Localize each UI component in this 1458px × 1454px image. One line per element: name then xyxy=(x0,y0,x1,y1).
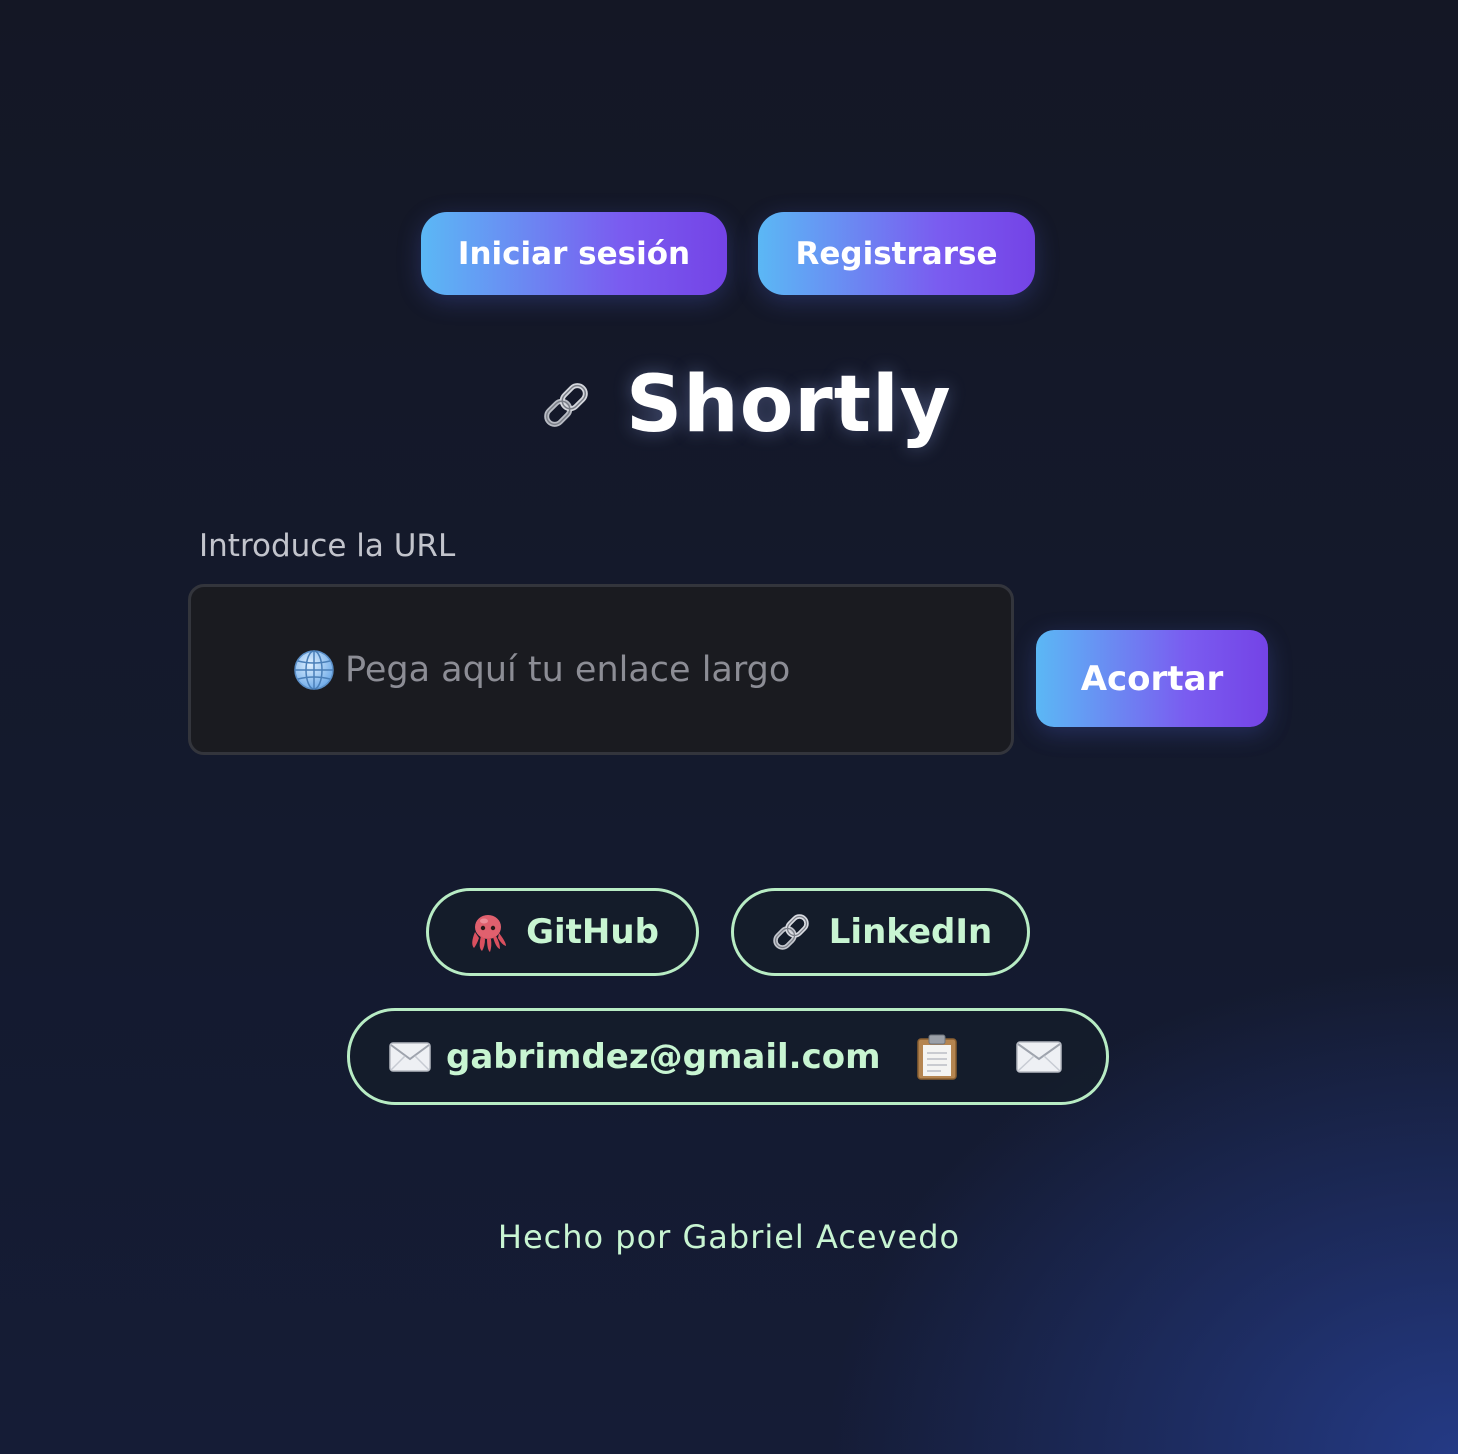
register-button[interactable]: Registrarse xyxy=(758,212,1035,295)
linkedin-label: LinkedIn xyxy=(828,912,993,952)
link-icon xyxy=(536,375,596,435)
octopus-icon xyxy=(466,910,510,954)
url-input-box[interactable] xyxy=(188,584,1014,755)
footer-credit: Hecho por Gabriel Acevedo xyxy=(497,1218,961,1256)
shorten-button[interactable]: Acortar xyxy=(1036,630,1268,727)
url-label: Introduce la URL xyxy=(199,528,456,564)
send-email-icon[interactable] xyxy=(1015,1039,1063,1075)
url-input[interactable] xyxy=(345,649,945,690)
github-link[interactable]: GitHub xyxy=(426,888,699,976)
page-title: Shortly xyxy=(626,360,952,450)
brand-header: Shortly xyxy=(520,350,960,460)
envelope-icon xyxy=(388,1040,432,1074)
globe-icon xyxy=(293,649,335,691)
email-link[interactable]: gabrimdez@gmail.com xyxy=(347,1008,1109,1105)
email-address: gabrimdez@gmail.com xyxy=(446,1036,881,1077)
linkedin-link[interactable]: LinkedIn xyxy=(731,888,1030,976)
clipboard-icon[interactable] xyxy=(915,1033,959,1081)
link-icon xyxy=(769,910,813,954)
login-button[interactable]: Iniciar sesión xyxy=(421,212,727,295)
github-label: GitHub xyxy=(526,912,659,952)
